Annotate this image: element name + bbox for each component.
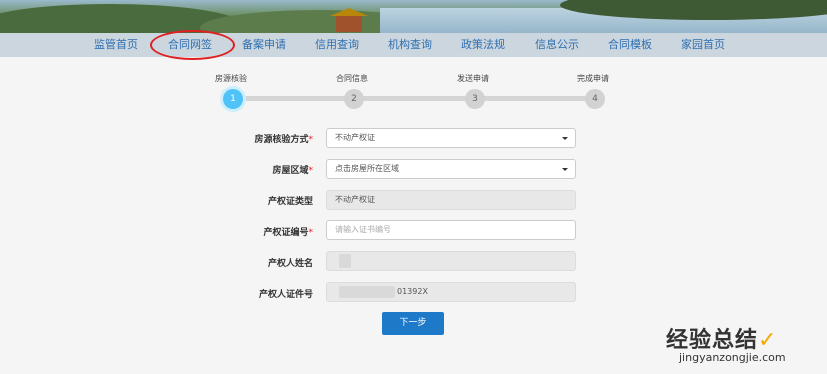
- redacted-block: [339, 254, 351, 268]
- step-label-send-application: 发送申请: [457, 74, 489, 83]
- nav-item-homeland-home[interactable]: 家园首页: [681, 33, 725, 57]
- owner-id-field: 01392X: [326, 282, 576, 302]
- step-dot-4: 4: [585, 89, 605, 109]
- watermark-title: 经验总结✓: [666, 328, 778, 353]
- required-mark: *: [308, 228, 314, 238]
- owner-name-field: [326, 251, 576, 271]
- district-label: 房屋区域*: [272, 166, 314, 176]
- owner-id-visible-digits: 01392X: [397, 287, 428, 296]
- cert-type-field: 不动产权证: [326, 190, 576, 210]
- cert-number-label: 产权证编号*: [263, 228, 314, 238]
- nav-item-agency-query[interactable]: 机构查询: [388, 33, 432, 57]
- source-method-label: 房源核验方式*: [254, 135, 314, 145]
- owner-id-label: 产权人证件号: [258, 290, 313, 300]
- nav-item-supervision-home[interactable]: 监管首页: [94, 33, 138, 57]
- required-mark: *: [308, 135, 314, 145]
- district-select[interactable]: 点击房屋所在区域: [326, 159, 576, 179]
- step-label-contract-info: 合同信息: [336, 74, 368, 83]
- owner-name-label: 产权人姓名: [267, 259, 313, 269]
- nav-item-filing-application[interactable]: 备案申请: [242, 33, 286, 57]
- step-label-verify: 房源核验: [215, 74, 247, 83]
- banner-pagoda: [330, 8, 368, 32]
- header-banner: [0, 0, 827, 33]
- watermark-url: jingyanzongjie.com: [679, 351, 786, 364]
- required-mark: *: [308, 166, 314, 176]
- main-nav: 监管首页 合同网签 备案申请 信用查询 机构查询 政策法规 信息公示 合同模板 …: [0, 33, 827, 57]
- step-label-complete: 完成申请: [577, 74, 609, 83]
- chevron-down-icon: [562, 137, 568, 140]
- step-dot-2: 2: [344, 89, 364, 109]
- nav-item-policy-regulations[interactable]: 政策法规: [461, 33, 505, 57]
- cert-type-label: 产权证类型: [267, 197, 313, 207]
- step-track: [233, 96, 595, 101]
- check-icon: ✓: [758, 328, 778, 353]
- nav-item-credit-query[interactable]: 信用查询: [315, 33, 359, 57]
- source-method-select[interactable]: 不动产权证: [326, 128, 576, 148]
- step-dot-3: 3: [465, 89, 485, 109]
- redacted-block: [339, 286, 395, 298]
- step-dot-1: 1: [223, 89, 243, 109]
- highlight-circle-annotation: [150, 30, 235, 60]
- nav-item-public-info[interactable]: 信息公示: [535, 33, 579, 57]
- nav-item-contract-templates[interactable]: 合同模板: [608, 33, 652, 57]
- next-step-button[interactable]: 下一步: [382, 312, 444, 335]
- chevron-down-icon: [562, 168, 568, 171]
- cert-number-input[interactable]: 请输入证书编号: [326, 220, 576, 240]
